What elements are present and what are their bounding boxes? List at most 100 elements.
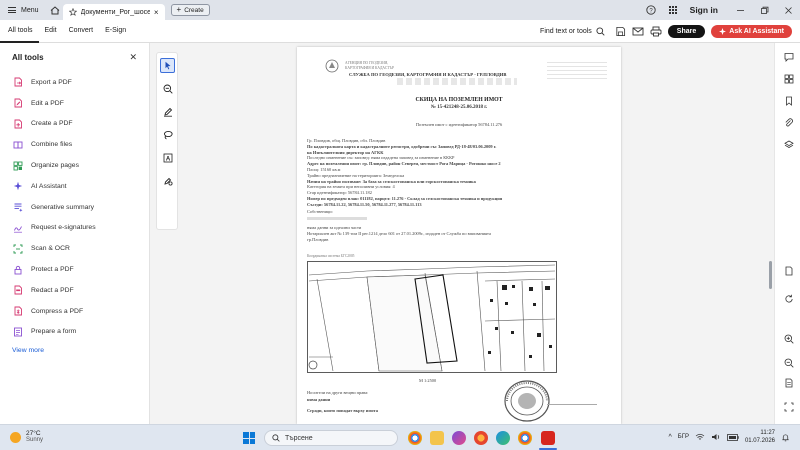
draw-tool-button[interactable]: [160, 104, 175, 119]
tool-item-organize-pages[interactable]: Organize pages: [0, 155, 149, 176]
menu-button[interactable]: Menu: [0, 0, 47, 20]
zoom-out-right-icon: [784, 358, 794, 368]
home-button[interactable]: [47, 3, 63, 17]
volume-icon[interactable]: [711, 433, 721, 441]
tool-item-prepare-form[interactable]: Prepare a form: [0, 322, 149, 343]
minimize-icon: [736, 9, 744, 11]
map-caption: Координатна система БГС2005: [307, 254, 355, 258]
comment-button[interactable]: [783, 51, 794, 62]
find-text-button[interactable]: Find text or tools: [540, 26, 605, 36]
close-window-button[interactable]: [776, 0, 800, 20]
firefox-taskbar-icon[interactable]: [474, 431, 488, 445]
request-esign-icon: [13, 223, 23, 233]
lasso-tool-button[interactable]: [160, 127, 175, 142]
zoom-out-button[interactable]: [783, 357, 794, 368]
chevron-up-icon[interactable]: ^: [668, 434, 671, 441]
page-view-button[interactable]: [783, 377, 794, 388]
all-tools-panel: All tools ✕ Export a PDF Edit a PDF Create…: [0, 43, 150, 424]
file-explorer-taskbar-icon[interactable]: [430, 431, 444, 445]
page-up-button[interactable]: [783, 265, 794, 276]
mail-icon[interactable]: [632, 26, 644, 37]
export-pdf-icon: [13, 77, 23, 87]
tab-edit[interactable]: Edit: [39, 20, 63, 43]
text-tool-button[interactable]: A: [160, 150, 175, 165]
stamp-tool-button[interactable]: [160, 173, 175, 188]
minimize-button[interactable]: [728, 0, 752, 20]
close-tab-icon[interactable]: ×: [154, 8, 159, 17]
layers-button[interactable]: [783, 139, 794, 150]
tool-item-ai-assistant[interactable]: AI Assistant: [0, 176, 149, 197]
signature-area: [547, 387, 597, 405]
tool-item-redact-pdf[interactable]: Redact a PDF: [0, 280, 149, 301]
system-tray: ^ БГР 11:27 01.07.2026: [668, 429, 790, 445]
owners-line-3: гр.Пловдив: [307, 237, 329, 242]
clock[interactable]: 11:27 01.07.2026: [745, 429, 775, 445]
taskbar-search[interactable]: Търсене: [264, 430, 398, 446]
document-viewer[interactable]: АГЕНЦИЯ ПО ГЕОДЕЗИЯ, КАРТОГРАФИЯ И КАДАС…: [184, 43, 774, 424]
zoom-in-button[interactable]: [783, 333, 794, 344]
header-service: СЛУЖБА ПО ГЕОДЕЗИЯ, КАРТОГРАФИЯ И КАДАСТ…: [349, 72, 507, 77]
document-body-line: Адрес на поземления имот: гр. Пловдив, р…: [307, 161, 501, 167]
tool-item-combine-files[interactable]: Combine files: [0, 134, 149, 155]
tool-item-create-pdf[interactable]: Create a PDF: [0, 114, 149, 135]
refresh-button[interactable]: [783, 293, 794, 304]
tool-item-request-esign[interactable]: Request e-signatures: [0, 218, 149, 239]
language-indicator[interactable]: БГР: [678, 434, 689, 440]
notification-bell-icon[interactable]: [781, 433, 790, 442]
zoom-tool-button[interactable]: [160, 81, 175, 96]
weather-widget[interactable]: 27°C Sunny: [10, 430, 43, 444]
app-purple-taskbar-icon[interactable]: [452, 431, 466, 445]
edge-taskbar-icon[interactable]: [496, 431, 510, 445]
scrollbar-thumb[interactable]: [769, 261, 772, 289]
tab-e-sign[interactable]: E-Sign: [99, 20, 132, 43]
hamburger-icon: [8, 7, 16, 13]
select-tool-button[interactable]: [160, 58, 175, 73]
stamp-icon: [163, 177, 173, 186]
share-button[interactable]: Share: [667, 24, 706, 38]
property-identifier: Поземлен имот с идентификатор 56784.11.2…: [415, 122, 503, 127]
save-icon[interactable]: [615, 26, 626, 37]
tool-item-edit-pdf[interactable]: Edit a PDF: [0, 93, 149, 114]
chrome-taskbar-icon[interactable]: [408, 431, 422, 445]
tool-item-label: Prepare a form: [31, 328, 77, 336]
star-icon[interactable]: [68, 8, 77, 16]
view-more-link[interactable]: View more: [0, 342, 149, 354]
print-icon[interactable]: [650, 26, 662, 37]
tool-item-generative-summary[interactable]: Generative summary: [0, 197, 149, 218]
start-logo-tile: [249, 432, 255, 438]
attachments-button[interactable]: [783, 117, 794, 128]
tool-item-protect-pdf[interactable]: Protect a PDF: [0, 259, 149, 280]
compress-pdf-icon: [13, 306, 23, 316]
sparkle-icon: [719, 27, 727, 35]
ai-assistant-button[interactable]: Ask AI Assistant: [711, 24, 792, 38]
document-body-line: Трайно предназначение на територията: Зе…: [307, 172, 405, 178]
tab-all-tools[interactable]: All tools: [0, 20, 39, 43]
sign-in-button[interactable]: Sign in: [690, 5, 718, 15]
close-panel-icon[interactable]: ✕: [129, 52, 137, 63]
tool-item-scan-ocr[interactable]: Scan & OCR: [0, 238, 149, 259]
start-button[interactable]: [243, 432, 255, 444]
grid-apps-button[interactable]: [665, 3, 681, 17]
tab-convert[interactable]: Convert: [63, 20, 100, 43]
battery-icon[interactable]: [727, 433, 739, 441]
document-body-line: Начин на трайно ползване: За база за сел…: [307, 178, 476, 184]
tab-document[interactable]: Документи_Рог_шосе... ×: [62, 4, 165, 20]
document-body-line: Гр. Пловдив, общ. Пловдив, обл. Пловдив: [307, 138, 386, 143]
bookmarks-button[interactable]: [783, 95, 794, 106]
create-button[interactable]: + Create: [170, 4, 210, 16]
quick-tools-box: A: [156, 52, 178, 230]
chrome-profile-taskbar-icon[interactable]: [518, 431, 532, 445]
tool-item-export-pdf[interactable]: Export a PDF: [0, 72, 149, 93]
header-agency-small-2: КАРТОГРАФИЯ И КАДАСТЪР: [345, 66, 394, 70]
maximize-button[interactable]: [752, 0, 776, 20]
fit-page-button[interactable]: [783, 401, 794, 412]
tool-item-label: AI Assistant: [31, 182, 67, 190]
acrobat-taskbar-icon[interactable]: [541, 431, 555, 445]
tool-list: Export a PDF Edit a PDF Create a PDF Combin…: [0, 72, 149, 342]
help-button[interactable]: ?: [643, 3, 659, 17]
wifi-icon[interactable]: [695, 433, 705, 441]
thumbnails-button[interactable]: [783, 73, 794, 84]
search-icon: [596, 26, 605, 36]
tool-item-compress-pdf[interactable]: Compress a PDF: [0, 301, 149, 322]
windows-taskbar: 27°C Sunny Търсене ^ БГР 11:27 01.07.202…: [0, 424, 800, 450]
